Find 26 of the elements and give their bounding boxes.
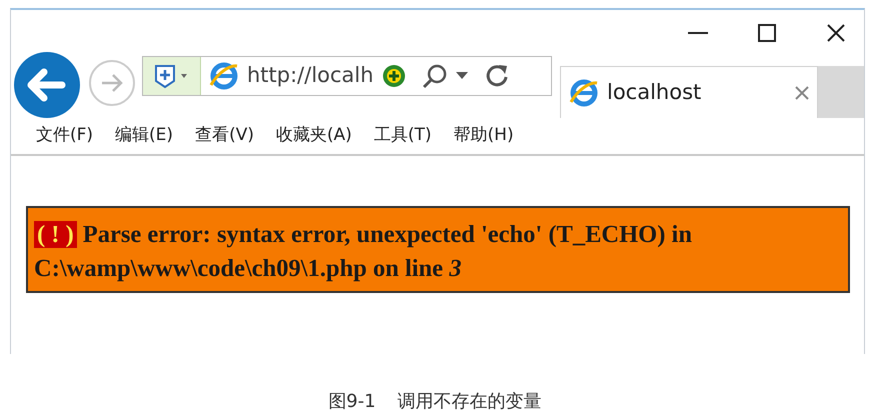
menu-item[interactable]: 文件(F) — [25, 123, 104, 149]
extension-icon[interactable] — [382, 64, 406, 88]
search-icon[interactable] — [422, 63, 448, 89]
figure-number: 图9-1 — [328, 390, 376, 414]
maximize-icon[interactable] — [758, 24, 776, 42]
add-favorite-icon[interactable] — [154, 63, 190, 89]
figure-caption: 调用不存在的变量 — [398, 390, 542, 414]
refresh-icon[interactable] — [484, 63, 510, 89]
dropdown-icon[interactable] — [456, 72, 468, 80]
error-message: ( ! ) Parse error: syntax error, unexpected 'echo' (T_ECHO) in C:\wamp\www\code\ch09\1.php on line 3 — [26, 206, 850, 293]
browser-icon — [209, 61, 239, 91]
tab-strip-background — [818, 66, 864, 118]
browser-tab[interactable]: localhost — [560, 66, 818, 118]
address-bar[interactable]: http://localh — [142, 56, 552, 96]
menu-item[interactable]: 收藏夹(A) — [264, 123, 363, 149]
close-icon[interactable] — [826, 23, 846, 43]
close-tab-icon[interactable] — [795, 86, 809, 100]
menu-item[interactable]: 查看(V) — [184, 123, 265, 149]
back-icon[interactable] — [12, 52, 82, 118]
menu-item[interactable]: 编辑(E) — [104, 123, 184, 149]
menu-item[interactable]: 帮助(H) — [442, 123, 525, 149]
browser-icon — [569, 78, 599, 108]
tab-title: localhost — [607, 78, 702, 106]
address-text[interactable]: http://localh — [247, 60, 374, 92]
minimize-icon[interactable] — [688, 31, 708, 35]
menu-item[interactable]: 工具(T) — [362, 123, 443, 149]
